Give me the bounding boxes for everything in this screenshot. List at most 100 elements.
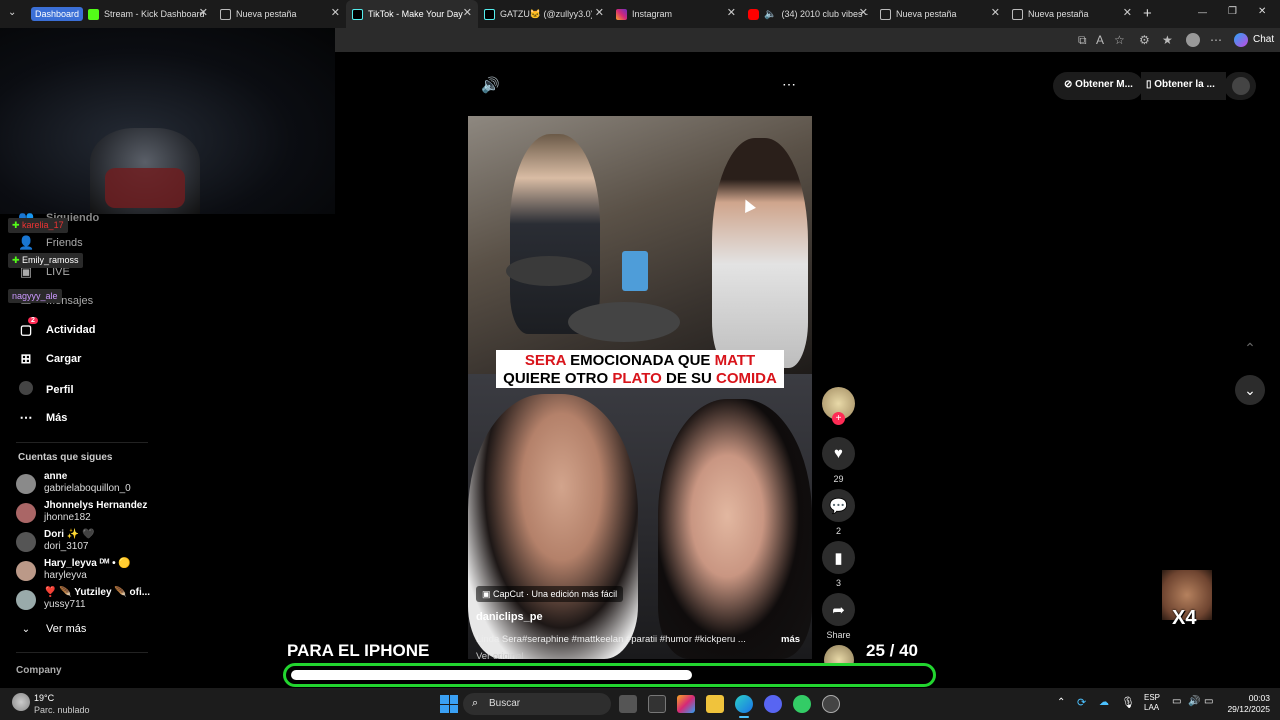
capcut-badge[interactable]: ▣ CapCut · Una edición más fácil: [476, 586, 624, 602]
show-hidden-icons[interactable]: ⌃: [1057, 697, 1065, 708]
following-item[interactable]: Dori ✨ 🖤 dori_3107: [16, 529, 94, 553]
taskbar-search[interactable]: ⌕ Buscar: [463, 693, 611, 715]
sidebar-item-label: Actividad: [46, 324, 96, 336]
see-more-button[interactable]: ⌄ Ver más: [18, 623, 87, 635]
chat-username-text: karelia_17: [22, 220, 64, 230]
comment-button[interactable]: 💬: [822, 489, 855, 522]
see-more-label: Ver más: [46, 623, 87, 635]
close-icon[interactable]: ✕: [727, 8, 736, 19]
app-icon[interactable]: [793, 695, 811, 713]
cup: [622, 251, 648, 291]
following-item[interactable]: ❣️ 🪶 Yutziley 🪶 ofi... yussy711: [16, 587, 150, 611]
language-indicator[interactable]: ESP LAA: [1144, 693, 1160, 713]
tab-new-tab-3[interactable]: Nueva pestaña ✕: [1006, 0, 1138, 28]
file-explorer-icon[interactable]: [706, 695, 724, 713]
like-button[interactable]: ♥: [822, 437, 855, 470]
following-item[interactable]: anne gabrielaboquillon_0: [16, 471, 131, 495]
copilot-icon[interactable]: [1234, 33, 1248, 47]
person-right-closeup: [658, 399, 812, 659]
like-count: 29: [833, 474, 844, 484]
chat-username-text: nagyyy_ale: [12, 291, 58, 301]
tab-list-chevron-icon[interactable]: ⌄: [8, 7, 16, 18]
next-video-button[interactable]: ⌄: [1235, 375, 1265, 405]
video-player[interactable]: SERA EMOCIONADA QUE MATT QUIERE OTRO PLA…: [468, 116, 812, 659]
caption-word: EMOCIONADA QUE: [565, 352, 715, 369]
onedrive-icon[interactable]: ☁: [1099, 697, 1109, 708]
follow-plus-icon[interactable]: +: [832, 412, 845, 425]
close-icon[interactable]: ✕: [331, 8, 340, 19]
sidebar-item-upload[interactable]: ⊞ Cargar: [18, 351, 82, 367]
chat-username: ✚ Emily_ramoss: [8, 253, 83, 268]
copilot-chat-button[interactable]: Chat: [1253, 34, 1274, 45]
close-icon[interactable]: ✕: [1123, 8, 1132, 19]
favorite-star-icon[interactable]: ☆: [1114, 33, 1125, 47]
account-avatar[interactable]: [1232, 77, 1250, 95]
company-link[interactable]: Company: [16, 665, 62, 676]
volume-icon[interactable]: 🔊: [481, 76, 500, 94]
tab-new-tab-1[interactable]: Nueva pestaña ✕: [214, 0, 346, 28]
following-username: haryleyva: [44, 570, 87, 581]
favorites-icon[interactable]: ★: [1162, 33, 1173, 47]
close-icon[interactable]: ✕: [859, 8, 868, 19]
save-button[interactable]: ▮: [822, 541, 855, 574]
description-more-link[interactable]: más: [781, 634, 800, 645]
profile-avatar-icon[interactable]: [1186, 33, 1200, 47]
discord-icon[interactable]: [764, 695, 782, 713]
close-icon[interactable]: ✕: [991, 8, 1000, 19]
minimize-button[interactable]: —: [1198, 7, 1207, 17]
weather-temp[interactable]: 19°C: [34, 693, 54, 703]
new-tab-button[interactable]: +: [1143, 5, 1152, 22]
sidebar-item-more[interactable]: ⋯ Más: [18, 410, 68, 426]
plus-icon: ✚: [12, 255, 23, 265]
volume-tray-icon[interactable]: 🔊: [1188, 696, 1200, 707]
video-caption-banner: SERA EMOCIONADA QUE MATT QUIERE OTRO PLA…: [496, 350, 784, 388]
start-tile: [449, 704, 458, 713]
see-original-link[interactable]: Ver original: [476, 651, 524, 659]
more-options-icon[interactable]: ⋯: [782, 76, 796, 93]
tab-new-tab-2[interactable]: Nueva pestaña ✕: [874, 0, 1006, 28]
close-icon[interactable]: ✕: [595, 8, 604, 19]
clock[interactable]: 00:03 29/12/2025: [1220, 693, 1270, 715]
network-icon[interactable]: ▭: [1172, 696, 1181, 707]
weather-icon[interactable]: [12, 693, 30, 711]
tab-kick-dashboard[interactable]: Stream - Kick Dashboard ✕: [82, 0, 214, 28]
windows-start-icon[interactable]: [440, 695, 458, 713]
restore-button[interactable]: ❐: [1228, 6, 1237, 17]
share-label: Share: [826, 630, 851, 640]
battery-icon[interactable]: ▭: [1204, 696, 1213, 707]
keyboard-layout: LAA: [1144, 703, 1160, 712]
translate-icon[interactable]: A: [1096, 33, 1104, 47]
copilot-app-icon[interactable]: [677, 695, 695, 713]
sidebar-item-friends[interactable]: 👤 Friends: [18, 235, 83, 251]
store-icon[interactable]: [648, 695, 666, 713]
open-in-app-icon[interactable]: ⧉: [1078, 33, 1087, 47]
sidebar-divider: [16, 652, 148, 653]
multiplier-label: X4: [1172, 607, 1197, 629]
tab-youtube[interactable]: 🔈 (34) 2010 club vibes - ✕: [742, 0, 874, 28]
microphone-icon[interactable]: 🎙: [1121, 696, 1135, 709]
close-window-button[interactable]: ✕: [1258, 6, 1266, 17]
tab-tiktok[interactable]: TikTok - Make Your Day ✕: [346, 0, 478, 28]
share-button[interactable]: ➦: [822, 593, 855, 626]
close-icon[interactable]: ✕: [199, 8, 208, 19]
sidebar-item-profile[interactable]: Perfil: [18, 381, 74, 398]
tab-label: TikTok - Make Your Day: [368, 9, 463, 19]
close-icon[interactable]: ✕: [463, 8, 472, 19]
following-item[interactable]: Jhonnelys Hernandez jhonne182: [16, 500, 147, 524]
extensions-icon[interactable]: ⚙: [1139, 33, 1150, 47]
tab-instagram[interactable]: Instagram ✕: [610, 0, 742, 28]
task-view-icon[interactable]: [619, 695, 637, 713]
previous-video-button[interactable]: ⌃: [1235, 333, 1265, 363]
tab-gatzu[interactable]: GATZU🐱 (@zullyy3.0) es ✕: [478, 0, 610, 28]
video-author[interactable]: daniclips_pe: [476, 611, 543, 623]
caption-word: DE SU: [661, 370, 716, 387]
menu-dots-icon[interactable]: ⋯: [1210, 33, 1222, 47]
following-item[interactable]: Hary_leyva ᴰᴹ • 🟡 haryleyva: [16, 558, 131, 582]
chevron-up-icon: ⌃: [1244, 339, 1256, 356]
sidebar-item-activity[interactable]: ▢ 2 Actividad: [18, 317, 96, 338]
edge-icon[interactable]: [735, 695, 753, 713]
obs-icon[interactable]: [822, 695, 840, 713]
tab-group-dashboard[interactable]: Dashboard: [31, 7, 84, 21]
speaker-icon[interactable]: 🔈: [764, 9, 776, 20]
sync-icon[interactable]: ⟳: [1077, 696, 1086, 709]
